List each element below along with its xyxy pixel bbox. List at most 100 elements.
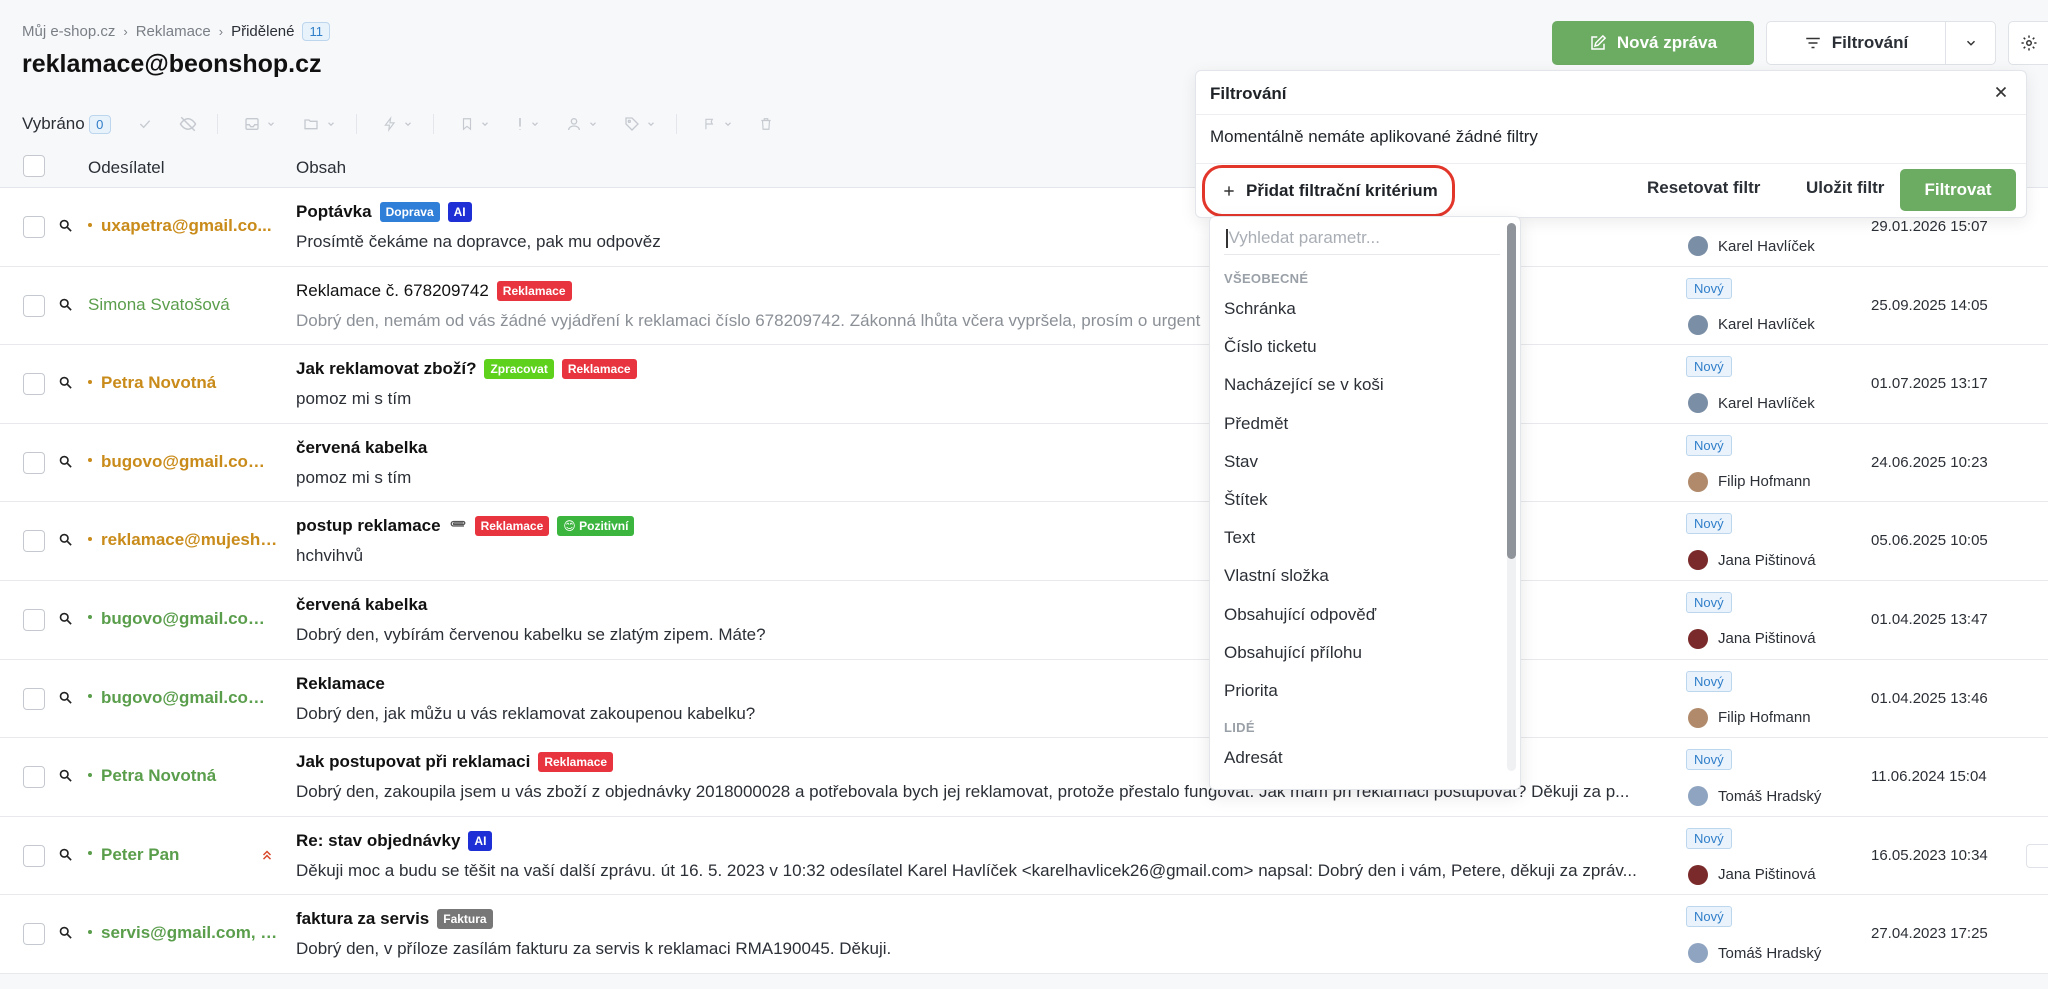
- parameter-option[interactable]: Priorita: [1210, 672, 1506, 710]
- row-assignee[interactable]: Jana Pištinová: [1688, 864, 1816, 885]
- row-checkbox[interactable]: [23, 923, 45, 946]
- search-icon[interactable]: [58, 611, 73, 626]
- tag-tool[interactable]: [624, 116, 656, 132]
- row-sender[interactable]: bugovo@gmail.com, ...: [88, 452, 280, 472]
- row-checkbox[interactable]: [23, 608, 45, 631]
- parameter-option[interactable]: Text: [1210, 519, 1506, 557]
- select-all-checkbox[interactable]: [23, 155, 45, 177]
- search-icon[interactable]: [58, 532, 73, 547]
- row-sender[interactable]: reklamace@mujesho...: [88, 530, 280, 550]
- column-sender[interactable]: Odesílatel: [88, 158, 165, 178]
- search-icon[interactable]: [58, 925, 73, 940]
- row-assignee[interactable]: Jana Pištinová: [1688, 628, 1816, 649]
- dropdown-scrollbar[interactable]: [1507, 223, 1516, 771]
- row-checkbox[interactable]: [23, 216, 45, 238]
- search-icon[interactable]: [58, 690, 73, 705]
- row-checkbox[interactable]: [23, 451, 45, 474]
- row-subject[interactable]: faktura za servis Faktura: [296, 909, 493, 930]
- row-assignee[interactable]: Tomáš Hradský: [1688, 786, 1821, 807]
- row-sender[interactable]: bugovo@gmail.com, ...: [88, 688, 280, 708]
- row-checkbox[interactable]: [23, 766, 45, 789]
- row-subject[interactable]: červená kabelka: [296, 595, 427, 615]
- row-checkbox[interactable]: [23, 844, 45, 867]
- row-subject[interactable]: Re: stav objednávky AI: [296, 830, 493, 851]
- table-row[interactable]: Petra Novotná Jak reklamovat zboží? Zprac…: [0, 345, 2048, 424]
- search-icon[interactable]: [58, 218, 73, 233]
- row-assignee[interactable]: Tomáš Hradský: [1688, 943, 1821, 964]
- search-icon[interactable]: [58, 375, 73, 390]
- column-content[interactable]: Obsah: [296, 158, 346, 178]
- search-icon[interactable]: [58, 454, 73, 469]
- search-icon[interactable]: [58, 847, 73, 862]
- row-assignee[interactable]: Filip Hofmann: [1688, 471, 1811, 492]
- search-icon[interactable]: [58, 768, 73, 783]
- row-subject[interactable]: Reklamace č. 678209742 Reklamace: [296, 280, 572, 301]
- parameter-option[interactable]: Stav: [1210, 443, 1506, 481]
- row-subject[interactable]: Jak postupovat při reklamaci Reklamace: [296, 752, 614, 773]
- row-assignee[interactable]: Jana Pištinová: [1688, 550, 1816, 571]
- parameter-option[interactable]: Nacházející se v koši: [1210, 366, 1506, 404]
- parameter-option[interactable]: Schránka: [1210, 290, 1506, 328]
- search-icon[interactable]: [58, 297, 73, 312]
- breadcrumb-item-shop[interactable]: Můj e-shop.cz: [22, 23, 115, 40]
- save-filter-button[interactable]: Uložit filtr: [1806, 178, 1884, 198]
- table-row[interactable]: bugovo@gmail.com, ... červená kabelka Do…: [0, 580, 2048, 660]
- mark-read-tool[interactable]: [137, 116, 153, 132]
- hide-tool[interactable]: [179, 115, 197, 133]
- reset-filter-button[interactable]: Resetovat filtr: [1647, 178, 1760, 198]
- parameter-option[interactable]: Štítek: [1210, 481, 1506, 519]
- row-assignee[interactable]: Karel Havlíček: [1688, 236, 1815, 256]
- row-checkbox[interactable]: [23, 687, 45, 710]
- table-row[interactable]: reklamace@mujesho... postup reklamace Rek…: [0, 502, 2048, 581]
- filter-button[interactable]: Filtrování: [1766, 21, 1946, 65]
- parameter-option[interactable]: Obsahující přílohu: [1210, 634, 1506, 672]
- parameter-option[interactable]: Obsahující odpověď: [1210, 596, 1506, 634]
- row-sender[interactable]: Petra Novotná: [88, 766, 280, 786]
- row-sender[interactable]: Peter Pan: [88, 845, 280, 865]
- parameter-option[interactable]: Adresát: [1210, 739, 1506, 777]
- row-sender[interactable]: Simona Svatošová: [88, 295, 280, 315]
- row-assignee[interactable]: Filip Hofmann: [1688, 707, 1811, 728]
- assign-user-tool[interactable]: [566, 116, 598, 132]
- parameter-option[interactable]: Předmět: [1210, 405, 1506, 443]
- filter-dropdown-toggle[interactable]: [1946, 21, 1996, 65]
- automation-tool[interactable]: [383, 116, 413, 132]
- close-icon[interactable]: [1992, 83, 2010, 101]
- row-subject[interactable]: Reklamace: [296, 674, 385, 694]
- row-subject[interactable]: Poptávka Doprava AI: [296, 202, 472, 222]
- settings-button[interactable]: [2008, 21, 2048, 65]
- table-row[interactable]: bugovo@gmail.com, ... červená kabelka po…: [0, 423, 2048, 503]
- row-sender[interactable]: servis@gmail.com, r...: [88, 923, 280, 943]
- row-subject[interactable]: postup reklamace Reklamace 😊 Pozitivní: [296, 516, 635, 537]
- folder-tool[interactable]: [302, 116, 336, 132]
- parameter-option[interactable]: Číslo ticketu: [1210, 328, 1506, 366]
- dropdown-scrollbar-thumb[interactable]: [1507, 223, 1516, 559]
- row-sender[interactable]: Petra Novotná: [88, 373, 280, 393]
- add-filter-criterion-button[interactable]: Přidat filtrační kritérium: [1202, 165, 1455, 217]
- flag-tool[interactable]: [703, 116, 733, 132]
- table-row[interactable]: Petra Novotná Jak postupovat při reklama…: [0, 738, 2048, 817]
- breadcrumb-item-reklamace[interactable]: Reklamace: [136, 23, 211, 40]
- row-checkbox[interactable]: [23, 294, 45, 317]
- row-subject[interactable]: Jak reklamovat zboží? Zpracovat Reklamace: [296, 359, 637, 380]
- row-checkbox[interactable]: [23, 373, 45, 396]
- table-row[interactable]: servis@gmail.com, r... faktura za servis…: [0, 895, 2048, 974]
- table-row[interactable]: Peter Pan Re: stav objednávky AI Děkuji m…: [0, 816, 2048, 896]
- row-assignee[interactable]: Karel Havlíček: [1688, 393, 1815, 414]
- parameter-search-input[interactable]: Vyhledat parametr...: [1224, 227, 1500, 255]
- apply-filter-button[interactable]: Filtrovat: [1900, 169, 2016, 211]
- priority-tool[interactable]: [516, 116, 540, 132]
- message-count-icon[interactable]: [2026, 843, 2048, 868]
- bookmark-tool[interactable]: [460, 116, 490, 132]
- row-subject[interactable]: červená kabelka: [296, 438, 427, 458]
- row-sender[interactable]: bugovo@gmail.com, ...: [88, 609, 280, 629]
- delete-tool[interactable]: [759, 116, 773, 132]
- table-row[interactable]: bugovo@gmail.com, ... Reklamace Dobrý de…: [0, 659, 2048, 739]
- row-sender[interactable]: uxapetra@gmail.co...: [88, 216, 280, 236]
- row-assignee[interactable]: Karel Havlíček: [1688, 314, 1815, 335]
- inbox-tool[interactable]: [244, 116, 276, 132]
- parameter-option[interactable]: Vlastní složka: [1210, 557, 1506, 595]
- new-message-button[interactable]: Nová zpráva: [1552, 21, 1754, 65]
- table-row[interactable]: Simona Svatošová Reklamace č. 678209742 R…: [0, 266, 2048, 346]
- row-checkbox[interactable]: [23, 530, 45, 553]
